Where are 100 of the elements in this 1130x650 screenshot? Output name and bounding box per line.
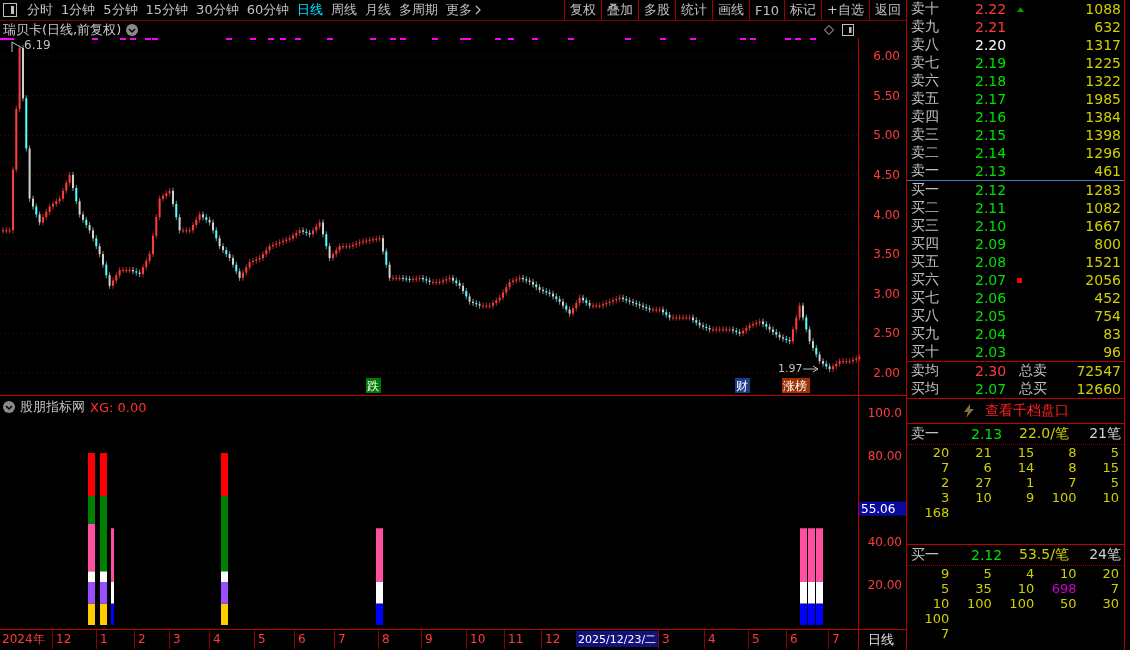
date-label: 12 (545, 632, 561, 646)
order-size: 50 (1059, 596, 1077, 611)
date-label: 3 (173, 632, 181, 646)
order-size: 27 (974, 475, 992, 490)
period-tab[interactable]: 更多 (442, 0, 486, 20)
axis-label: 80.00 (867, 449, 902, 463)
toolbar-button[interactable]: 叠加 (601, 0, 639, 20)
date-label: 2 (138, 632, 146, 646)
toolbar-button[interactable]: 标记 (784, 0, 822, 20)
count-value: 21笔 (1088, 425, 1121, 443)
toolbar-button[interactable]: 统计 (675, 0, 713, 20)
toolbar-button[interactable]: 多股 (638, 0, 676, 20)
cursor-date-tag: 2025/12/23/二 (576, 631, 658, 647)
order-size: 15 (1101, 460, 1119, 475)
level-label: 卖五 (911, 90, 940, 108)
order-size: 21 (974, 445, 992, 460)
level-label: 卖三 (911, 126, 940, 144)
order-size: 698 (1050, 581, 1077, 596)
order-size: 100 (965, 596, 992, 611)
order-size: 20 (1101, 566, 1119, 581)
level-label: 卖八 (911, 36, 940, 54)
price-value: 2.06 (975, 290, 1008, 306)
price-value: 2.20 (975, 37, 1008, 53)
event-badge: 财 (735, 378, 750, 393)
level-label: 卖九 (911, 18, 940, 36)
date-label: 5 (258, 632, 266, 646)
toolbar-button[interactable]: +自选 (821, 0, 869, 20)
period-tab[interactable]: 1分钟 (57, 0, 100, 20)
level-label: 卖均 (911, 362, 940, 380)
period-tab[interactable]: 多周期 (395, 0, 443, 20)
date-label: 3 (662, 632, 670, 646)
period-tab[interactable]: 周线 (327, 0, 362, 20)
period-tab[interactable]: 5分钟 (99, 0, 142, 20)
order-size: 100 (1050, 490, 1077, 505)
price-value: 2.14 (975, 145, 1008, 161)
date-label: 4 (708, 632, 716, 646)
axis-label: 3.50 (873, 247, 900, 262)
order-size: 10 (974, 490, 992, 505)
order-size: 100 (923, 611, 950, 626)
order-size: 5 (940, 581, 950, 596)
order-size: 9 (940, 566, 950, 581)
period-tab[interactable]: 15分钟 (141, 0, 193, 20)
price-value: 2.12 (975, 182, 1008, 198)
order-size: 7 (1109, 581, 1119, 596)
current-value-tag: 55.06 (859, 501, 906, 516)
toolbar-button[interactable]: F10 (749, 0, 785, 20)
price-value: 2.03 (975, 344, 1008, 360)
volume-value: 800 (1093, 236, 1121, 252)
count-value: 24笔 (1088, 546, 1121, 564)
volume-value: 1667 (1084, 218, 1121, 234)
level-label: 买二 (911, 199, 940, 217)
average-value: 53.5/笔 (1019, 546, 1070, 564)
volume-value: 1225 (1084, 55, 1121, 71)
period-tab[interactable]: 日线 (293, 0, 328, 20)
order-size: 30 (1101, 596, 1119, 611)
event-badge: 涨榜 (782, 378, 810, 393)
level-label: 买八 (911, 307, 940, 325)
price-value: 2.07 (975, 272, 1008, 288)
volume-value: 1088 (1084, 1, 1121, 17)
order-size: 15 (1016, 445, 1035, 460)
period-tab[interactable]: 月线 (361, 0, 396, 20)
axis-label: 5.50 (873, 88, 900, 103)
total-label: 总卖 (1019, 362, 1048, 380)
level-label: 买十 (911, 343, 940, 361)
axis-label: 100.0 (867, 406, 902, 420)
indicator-name: 股朋指标网 (20, 398, 85, 416)
axis-label: 2.50 (873, 326, 900, 341)
order-size: 2 (940, 475, 950, 490)
toolbar-button[interactable]: 返回 (869, 0, 906, 20)
price-value: 2.19 (975, 55, 1008, 71)
order-size: 7 (1067, 475, 1077, 490)
order-size: 5 (1109, 445, 1119, 460)
level-label: 买七 (911, 289, 940, 307)
volume-value: 72547 (1075, 363, 1121, 379)
price-value: 2.22 (975, 1, 1008, 17)
period-tab[interactable]: 30分钟 (192, 0, 243, 20)
level-label: 卖十 (911, 0, 940, 18)
period-tab[interactable]: 60分钟 (242, 0, 294, 20)
date-label: 4 (213, 632, 221, 646)
date-label: 12 (56, 632, 72, 646)
volume-value: 1985 (1084, 91, 1121, 107)
axis-label: 2.00 (873, 366, 900, 380)
price-value: 2.09 (975, 236, 1008, 252)
price-value: 2.18 (975, 73, 1008, 89)
volume-value: 1384 (1084, 109, 1121, 125)
toolbar-button[interactable]: 复权 (564, 0, 602, 20)
period-label: 日线 (868, 632, 894, 647)
order-size: 5 (1109, 475, 1119, 490)
chart-title: 瑞贝卡(日线,前复权) (3, 20, 122, 39)
price-value: 2.08 (975, 254, 1008, 270)
event-badge: 跌 (366, 378, 381, 393)
axis-label: 4.50 (873, 167, 900, 182)
order-size: 20 (931, 445, 950, 460)
total-label: 总买 (1019, 380, 1048, 398)
depth-link[interactable]: 查看千档盘口 (984, 402, 1069, 420)
period-tab[interactable]: 分时 (23, 0, 57, 20)
toolbar-button[interactable]: 画线 (712, 0, 750, 20)
order-size: 8 (1067, 460, 1077, 475)
level-label: 买九 (911, 325, 940, 343)
price-label: 6.19 (24, 38, 51, 52)
